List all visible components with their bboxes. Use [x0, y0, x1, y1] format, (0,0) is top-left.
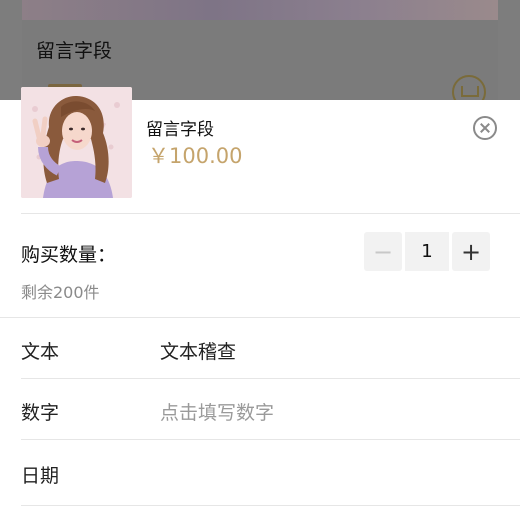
stock-remaining: 剩余200件 — [21, 283, 100, 302]
number-field-label: 数字 — [21, 402, 60, 424]
quantity-label: 购买数量： — [21, 244, 117, 266]
text-field[interactable]: 文本稽查 — [160, 337, 490, 364]
divider — [21, 378, 520, 379]
text-field-label: 文本 — [21, 341, 60, 363]
divider — [21, 213, 520, 214]
product-price: ￥100.00 — [148, 144, 243, 168]
date-field[interactable] — [160, 461, 490, 485]
divider — [21, 439, 520, 440]
quantity-stepper: − 1 + — [364, 232, 490, 271]
increment-button[interactable]: + — [452, 232, 490, 271]
background-product-photo — [22, 0, 498, 20]
number-field[interactable]: 点击填写数字 — [160, 398, 490, 425]
divider — [21, 505, 520, 506]
divider — [0, 317, 520, 318]
close-icon[interactable] — [473, 116, 497, 140]
background-overlay[interactable]: 留言字段 — [0, 0, 520, 100]
product-image — [21, 87, 132, 198]
product-name: 留言字段 — [146, 120, 214, 140]
quantity-value[interactable]: 1 — [405, 232, 449, 271]
decrement-button[interactable]: − — [364, 232, 402, 271]
date-field-label: 日期 — [21, 465, 60, 487]
sku-bottom-sheet: 留言字段 ￥100.00 购买数量： − 1 + 剩余200件 文本 文本稽查 … — [0, 87, 520, 521]
background-product-title: 留言字段 — [36, 40, 113, 62]
